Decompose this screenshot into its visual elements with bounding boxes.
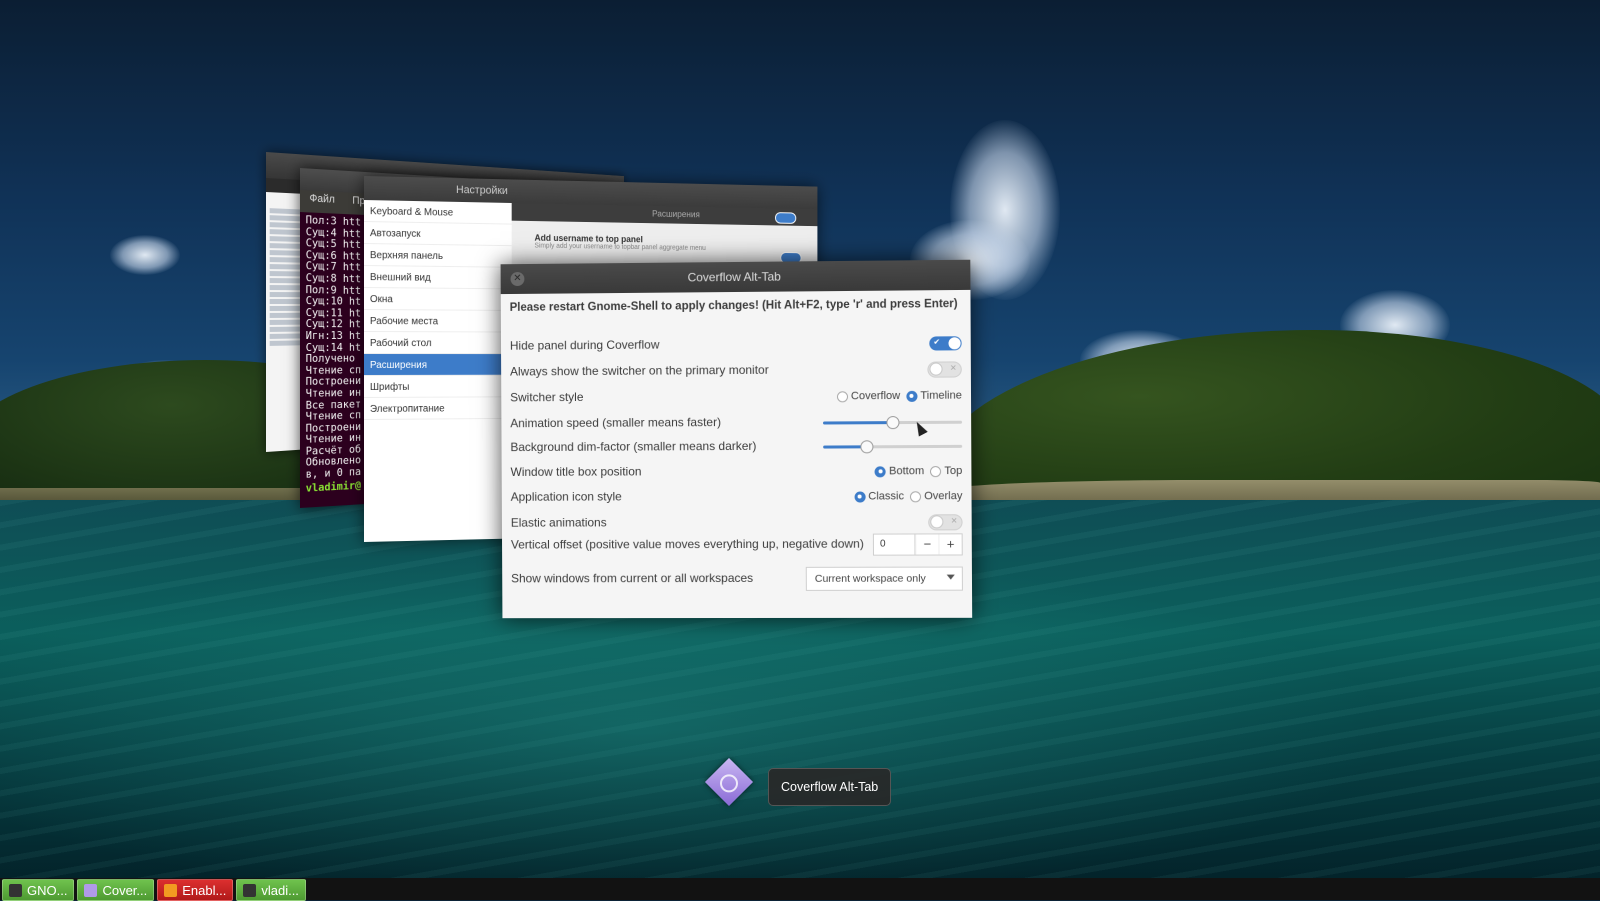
- settings-title: Настройки: [455, 184, 508, 198]
- extension-entry: Add username to top panel Simply add you…: [534, 233, 705, 252]
- settings-sidebar-item[interactable]: Окна: [364, 288, 512, 311]
- restart-notice: Please restart Gnome-Shell to apply chan…: [509, 298, 958, 314]
- close-icon: ✕: [950, 516, 958, 526]
- vertical-offset-spinner[interactable]: 0 − +: [872, 533, 963, 556]
- radio-overlay[interactable]: Overlay: [910, 490, 962, 502]
- switcher-style-row: Switcher style Coverflow Timeline: [510, 385, 962, 410]
- elastic-toggle[interactable]: ✕: [928, 514, 963, 531]
- primary-monitor-label: Always show the switcher on the primary …: [510, 362, 769, 379]
- coverflow-settings-dialog[interactable]: ✕ Coverflow Alt-Tab Please restart Gnome…: [500, 259, 973, 619]
- bookmark-list: [269, 206, 303, 348]
- animation-speed-label: Animation speed (smaller means faster): [510, 415, 722, 431]
- title-position-row: Window title box position Bottom Top: [511, 460, 963, 484]
- vertical-offset-label: Vertical offset (positive value moves ev…: [510, 536, 864, 552]
- taskbar-label: Enabl...: [182, 882, 227, 898]
- app-icon: [84, 883, 98, 897]
- workspaces-selected: Current workspace only: [814, 572, 926, 585]
- radio-bottom[interactable]: Bottom: [874, 465, 924, 477]
- primary-monitor-toggle[interactable]: ✕: [927, 361, 962, 378]
- taskbar-button[interactable]: Cover...: [77, 879, 155, 901]
- settings-sidebar-item[interactable]: Расширения: [364, 354, 512, 376]
- dim-factor-row: Background dim-factor (smaller means dar…: [510, 435, 963, 459]
- increment-button[interactable]: +: [938, 534, 962, 555]
- dim-factor-slider[interactable]: [823, 439, 963, 453]
- vertical-offset-input[interactable]: 0: [873, 534, 916, 555]
- cloud: [110, 235, 180, 275]
- radio-timeline[interactable]: Timeline: [906, 390, 962, 402]
- chevron-down-icon: [946, 574, 955, 580]
- taskbar-button[interactable]: Enabl...: [157, 879, 234, 901]
- radio-top[interactable]: Top: [930, 465, 962, 477]
- taskbar-button[interactable]: GNO...: [2, 879, 75, 901]
- title-position-label: Window title box position: [510, 464, 642, 479]
- decrement-button[interactable]: −: [915, 534, 939, 555]
- taskbar-label: vladi...: [261, 882, 299, 898]
- dim-factor-label: Background dim-factor (smaller means dar…: [510, 438, 757, 455]
- radio-classic[interactable]: Classic: [854, 490, 904, 503]
- hide-panel-label: Hide panel during Coverflow: [509, 337, 660, 353]
- taskbar-label: GNO...: [27, 882, 68, 898]
- icon-style-label: Application icon style: [510, 489, 622, 504]
- settings-sidebar-item[interactable]: Рабочий стол: [364, 332, 512, 355]
- switcher-style-label: Switcher style: [510, 389, 584, 405]
- hide-panel-row: Hide panel during Coverflow ✔: [510, 332, 962, 357]
- switcher-window-label: Coverflow Alt-Tab: [768, 768, 892, 806]
- settings-sidebar-item[interactable]: Верхняя панель: [364, 244, 512, 268]
- radio-coverflow[interactable]: Coverflow: [836, 390, 900, 402]
- extension-description: Simply add your username to topbar panel…: [534, 242, 706, 252]
- app-icon: [243, 883, 257, 897]
- workspaces-dropdown[interactable]: Current workspace only: [805, 566, 963, 591]
- settings-sidebar: Keyboard & Mouse Автозапуск Верхняя панель…: [364, 200, 513, 542]
- settings-section-title: Расширения: [652, 208, 700, 220]
- settings-sidebar-item[interactable]: Рабочие места: [364, 310, 512, 333]
- primary-monitor-row: Always show the switcher on the primary …: [510, 358, 962, 383]
- check-icon: ✔: [933, 337, 941, 347]
- settings-sidebar-item[interactable]: Автозапуск: [364, 222, 512, 247]
- icon-style-row: Application icon style Classic Overlay: [511, 485, 963, 509]
- animation-speed-row: Animation speed (smaller means faster): [510, 411, 963, 436]
- taskbar-button[interactable]: vladi...: [236, 879, 306, 901]
- settings-master-toggle[interactable]: [774, 212, 797, 224]
- taskbar-label: Cover...: [102, 882, 148, 898]
- elastic-label: Elastic animations: [510, 515, 607, 530]
- menu-file[interactable]: Файл: [309, 192, 334, 205]
- close-icon: ✕: [949, 363, 957, 373]
- workspaces-label: Show windows from current or all workspa…: [511, 570, 754, 586]
- settings-sidebar-item[interactable]: Шрифты: [364, 375, 512, 398]
- settings-sidebar-item[interactable]: Keyboard & Mouse: [364, 200, 512, 225]
- settings-sidebar-item[interactable]: Внешний вид: [364, 266, 512, 290]
- taskbar: GNO... Cover... Enabl... vladi...: [0, 878, 1600, 901]
- vertical-offset-row: Vertical offset (positive value moves ev…: [511, 533, 963, 556]
- settings-sidebar-item[interactable]: Электропитание: [364, 397, 512, 420]
- elastic-row: Elastic animations ✕: [511, 511, 963, 534]
- app-icon: [9, 883, 22, 897]
- animation-speed-slider[interactable]: [823, 415, 963, 429]
- app-icon: [164, 883, 178, 897]
- dialog-title: Coverflow Alt-Tab: [687, 269, 781, 285]
- workspaces-row: Show windows from current or all workspa…: [511, 566, 963, 591]
- slider-handle[interactable]: [860, 439, 874, 453]
- hide-panel-toggle[interactable]: ✔: [929, 336, 962, 351]
- dialog-titlebar: ✕ Coverflow Alt-Tab: [500, 259, 971, 295]
- slider-handle[interactable]: [886, 415, 900, 429]
